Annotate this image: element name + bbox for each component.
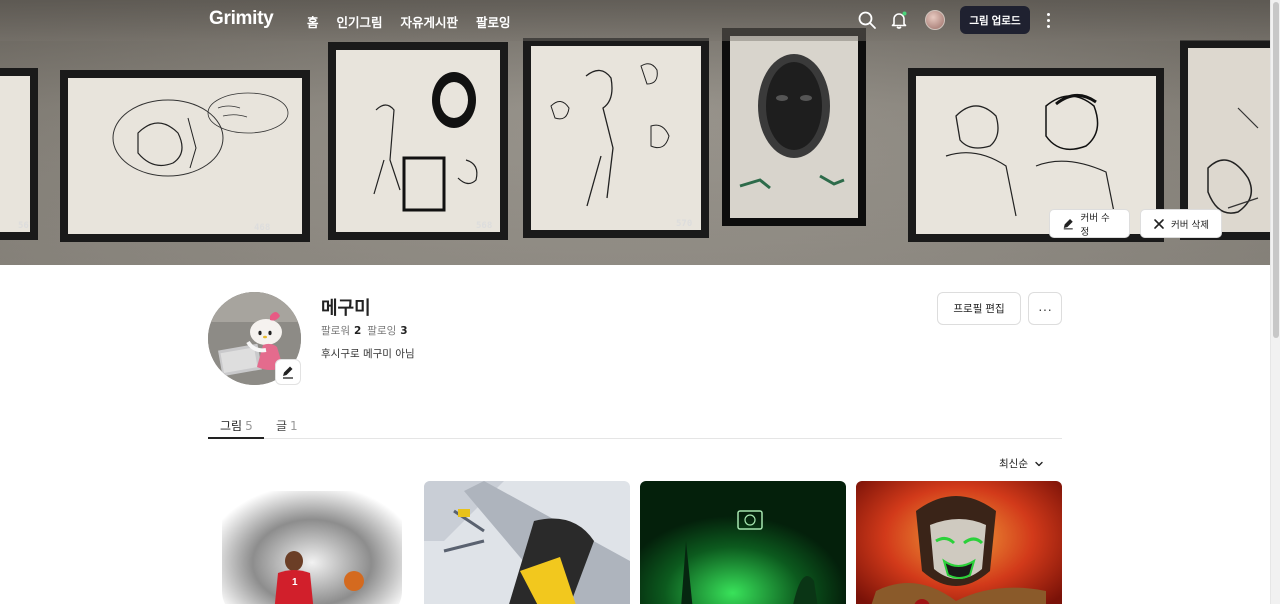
- scrollbar-thumb[interactable]: [1273, 2, 1279, 338]
- tab-posts-count: 1: [290, 419, 298, 433]
- pencil-icon: [1063, 219, 1073, 230]
- nav-free-board[interactable]: 자유게시판: [401, 12, 459, 31]
- close-icon: [1154, 218, 1164, 229]
- edit-avatar-button[interactable]: [275, 359, 301, 385]
- chevron-down-icon: [1035, 461, 1043, 466]
- sketch-drawing: [112, 92, 289, 177]
- artwork-number: 568: [476, 221, 493, 231]
- more-options-button[interactable]: ···: [1028, 292, 1062, 325]
- edit-cover-button[interactable]: 커버 수정: [1049, 209, 1130, 238]
- edit-profile-button[interactable]: 프로필 편집: [937, 292, 1021, 325]
- cover-artwork: 570: [523, 38, 709, 238]
- followers-label: 팔로워: [321, 325, 350, 337]
- nav-popular[interactable]: 인기그림: [337, 12, 383, 31]
- artwork-card[interactable]: 1: [208, 481, 414, 604]
- notification-dot: [902, 11, 907, 16]
- main-nav: 홈 인기그림 자유게시판 팔로잉: [307, 12, 511, 31]
- artwork-card[interactable]: [424, 481, 630, 604]
- artwork-number: 570: [676, 219, 693, 229]
- bell-icon[interactable]: [889, 10, 909, 30]
- cover-artwork: 568: [328, 42, 508, 240]
- kebab-menu-icon[interactable]: [1042, 10, 1054, 30]
- followers-count: 2: [353, 325, 362, 337]
- nav-home[interactable]: 홈: [307, 12, 319, 31]
- sketch-drawing: [1207, 107, 1259, 214]
- page-scrollbar[interactable]: [1270, 0, 1280, 604]
- artwork-number: 567: [18, 221, 30, 231]
- tab-posts[interactable]: 글1: [276, 417, 298, 434]
- tab-artworks-count: 5: [245, 419, 253, 433]
- artwork-card[interactable]: [640, 481, 846, 604]
- cover-artwork: 468: [60, 70, 310, 242]
- following-count: 3: [400, 325, 408, 337]
- artwork-card[interactable]: [856, 481, 1062, 604]
- delete-cover-button[interactable]: 커버 삭제: [1140, 209, 1222, 238]
- following-link[interactable]: 팔로잉 3: [367, 323, 407, 338]
- top-navigation-bar: Grimity 홈 인기그림 자유게시판 팔로잉 그림 업로드: [0, 0, 1270, 41]
- cover-artwork: 95: [722, 28, 866, 226]
- artwork-thumbnail: [424, 481, 630, 604]
- sketch-drawing: [739, 54, 845, 190]
- cover-artwork: 567: [0, 68, 38, 240]
- artwork-number: 468: [254, 223, 271, 233]
- svg-text:1: 1: [292, 577, 298, 588]
- profile-bio: 후시구로 메구미 아님: [321, 348, 415, 360]
- delete-cover-label: 커버 삭제: [1171, 219, 1209, 231]
- artwork-thumbnail: 1: [208, 481, 414, 604]
- tabs-divider: [208, 438, 1062, 439]
- following-label: 팔로잉: [367, 325, 397, 337]
- sketch-drawing: [373, 72, 478, 212]
- tab-posts-label: 글: [276, 419, 288, 433]
- active-tab-indicator: [208, 437, 264, 439]
- user-avatar-button[interactable]: [925, 10, 945, 30]
- artwork-thumbnail: [856, 481, 1062, 604]
- sort-dropdown[interactable]: 최신순: [999, 456, 1044, 471]
- edit-cover-label: 커버 수정: [1080, 212, 1110, 238]
- tab-artworks[interactable]: 그림 5: [220, 417, 253, 434]
- tab-artworks-label: 그림: [220, 419, 243, 433]
- logo[interactable]: Grimity: [209, 8, 274, 30]
- followers-link[interactable]: 팔로워 2: [321, 323, 361, 338]
- pencil-icon: [283, 366, 293, 379]
- upload-artwork-button[interactable]: 그림 업로드: [960, 6, 1030, 34]
- sort-label: 최신순: [999, 458, 1028, 470]
- profile-name: 메구미: [321, 298, 371, 319]
- artwork-thumbnail: [640, 481, 846, 604]
- follow-stats: 팔로워 2 팔로잉 3: [321, 323, 408, 338]
- search-icon[interactable]: [857, 10, 877, 30]
- sketch-drawing: [550, 63, 670, 207]
- nav-following[interactable]: 팔로잉: [476, 12, 511, 31]
